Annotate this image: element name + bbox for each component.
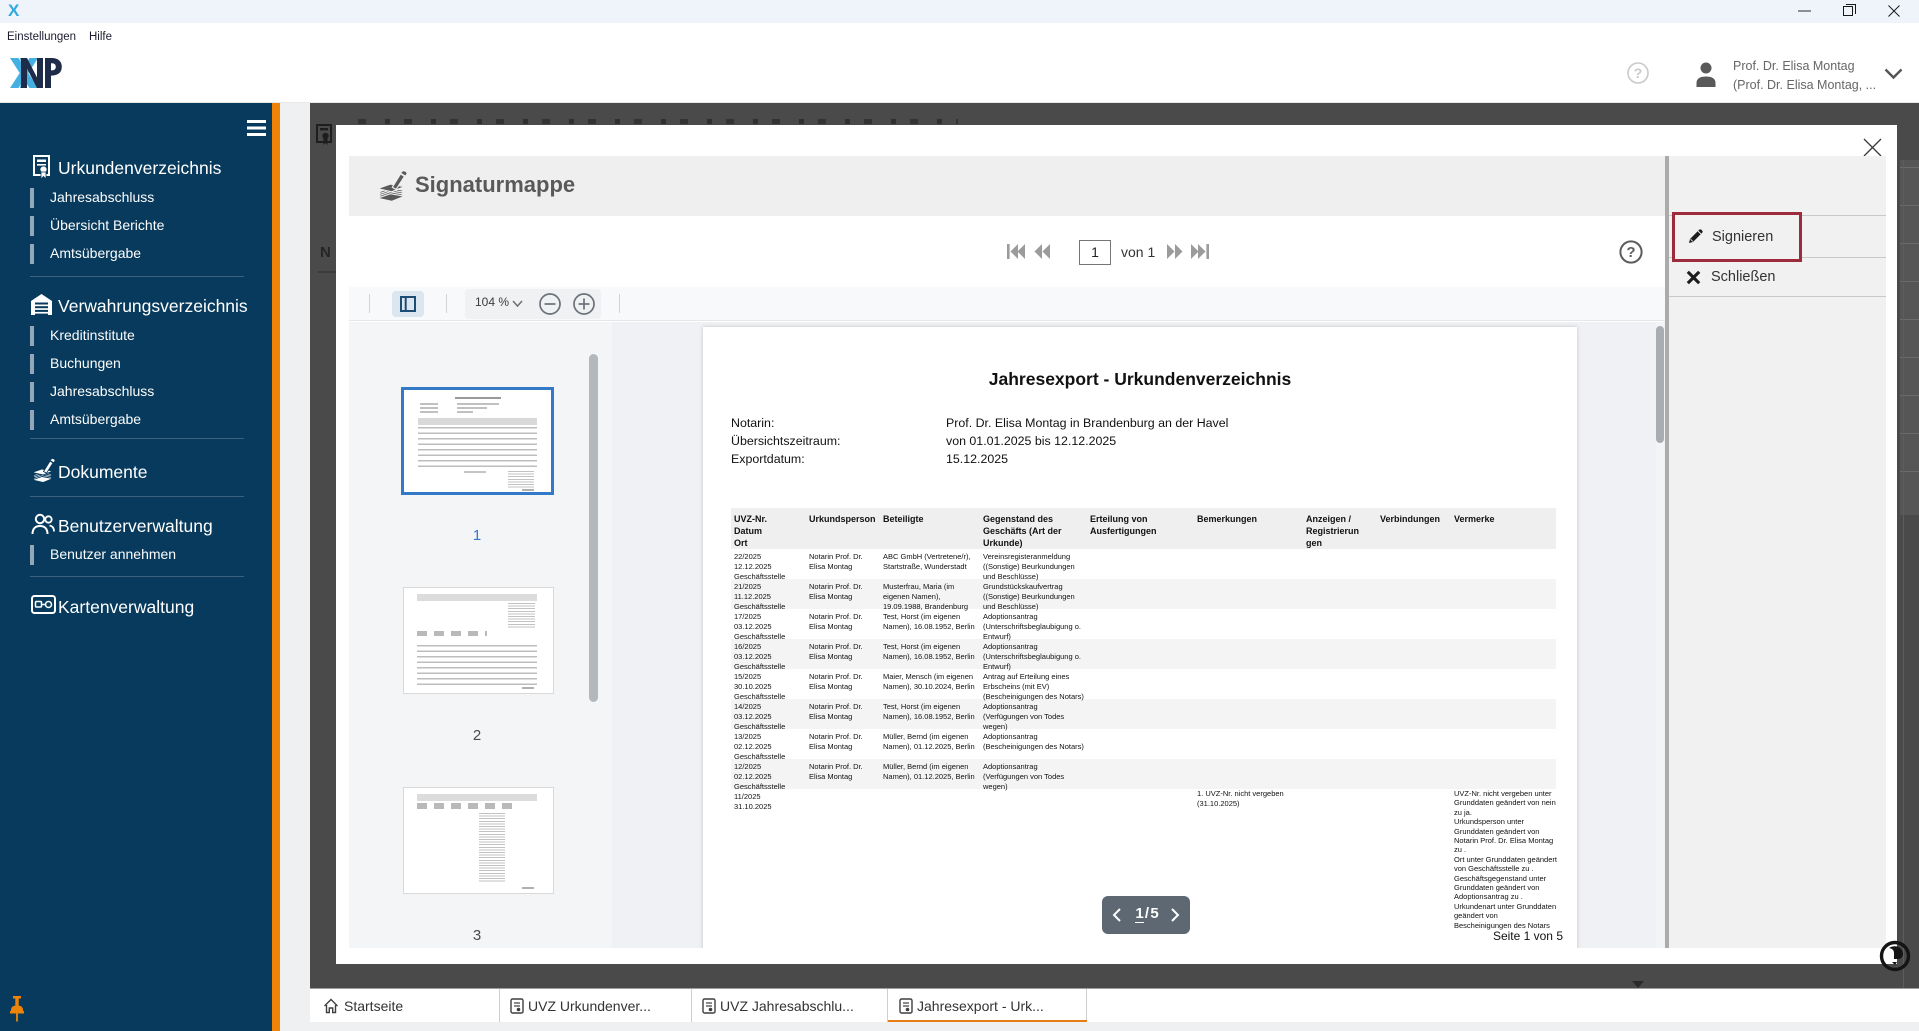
svg-text:?: ? <box>1634 65 1643 81</box>
svg-text:?: ? <box>1626 244 1635 261</box>
